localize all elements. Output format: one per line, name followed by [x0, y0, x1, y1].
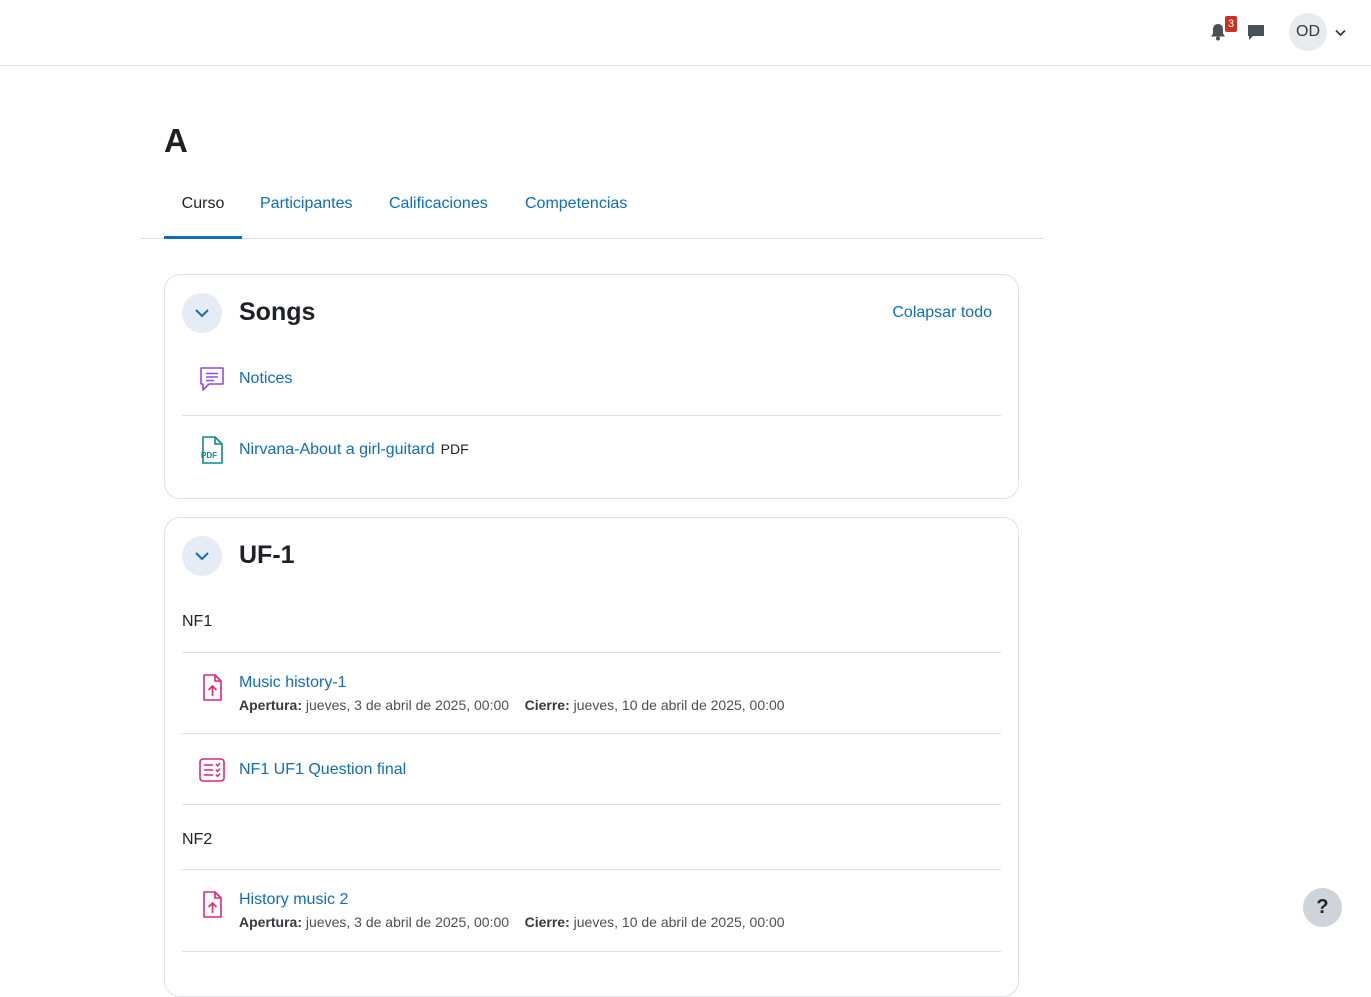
activity-link-pdf[interactable]: Nirvana-About a girl-guitard: [239, 441, 435, 458]
close-date-value: jueves, 10 de abril de 2025, 00:00: [573, 914, 785, 930]
chevron-down-icon: [195, 552, 209, 561]
help-button[interactable]: ?: [1303, 888, 1342, 927]
top-navbar: 3 OD: [0, 0, 1371, 66]
activity-row: Nirvana-About a girl-guitard PDF: [239, 441, 469, 459]
activity-link-quiz[interactable]: NF1 UF1 Question final: [239, 761, 406, 779]
assignment-upload-icon: [203, 674, 222, 701]
activity-link-assignment[interactable]: Music history-1: [239, 674, 347, 692]
svg-text:PDF: PDF: [201, 451, 217, 460]
open-date-label: Apertura:: [239, 914, 303, 930]
activity-link-notices[interactable]: Notices: [239, 370, 292, 388]
activity-dates: Apertura: jueves, 3 de abril de 2025, 00…: [239, 697, 785, 713]
open-date-value: jueves, 3 de abril de 2025, 00:00: [305, 914, 510, 930]
section-songs: Songs Colapsar todo Notices PDF Nirvana-…: [164, 274, 1019, 499]
assignment-upload-icon: [203, 891, 222, 918]
section-collapse-button[interactable]: [182, 536, 222, 576]
close-date-label: Cierre:: [524, 914, 570, 930]
quiz-icon: [199, 758, 225, 782]
activity-dates: Apertura: jueves, 3 de abril de 2025, 00…: [239, 914, 785, 930]
divider: [182, 733, 1001, 734]
tab-grades[interactable]: Calificaciones: [389, 180, 488, 239]
divider: [182, 415, 1001, 416]
subheading: NF1: [182, 613, 213, 630]
file-type-tag: PDF: [440, 441, 469, 457]
divider: [182, 804, 1001, 805]
divider: [182, 652, 1001, 653]
chevron-down-icon: [195, 309, 209, 318]
notification-count-badge: 3: [1225, 16, 1238, 32]
user-avatar[interactable]: OD: [1289, 13, 1327, 51]
subheading: NF2: [182, 831, 213, 848]
divider: [182, 951, 1001, 952]
forum-icon: [200, 367, 224, 391]
section-title: UF-1: [239, 541, 295, 569]
pdf-file-icon: PDF: [201, 436, 223, 464]
tab-participants[interactable]: Participantes: [260, 180, 353, 239]
course-tabs: Curso Participantes Calificaciones Compe…: [140, 180, 1044, 239]
messages-icon[interactable]: [1246, 22, 1266, 42]
tab-competencies[interactable]: Competencias: [525, 180, 627, 239]
chevron-down-icon[interactable]: [1334, 26, 1347, 39]
page-title: A: [164, 122, 188, 159]
open-date-value: jueves, 3 de abril de 2025, 00:00: [305, 697, 510, 713]
open-date-label: Apertura:: [239, 697, 303, 713]
close-date-value: jueves, 10 de abril de 2025, 00:00: [573, 697, 785, 713]
close-date-label: Cierre:: [524, 697, 570, 713]
collapse-all-link[interactable]: Colapsar todo: [892, 304, 992, 322]
activity-link-assignment[interactable]: History music 2: [239, 891, 348, 909]
section-collapse-button[interactable]: [182, 293, 222, 333]
section-uf1: UF-1 NF1 Music history-1 Apertura: jueve…: [164, 517, 1019, 997]
tab-course[interactable]: Curso: [164, 180, 242, 239]
section-title: Songs: [239, 298, 316, 326]
divider: [182, 869, 1001, 870]
